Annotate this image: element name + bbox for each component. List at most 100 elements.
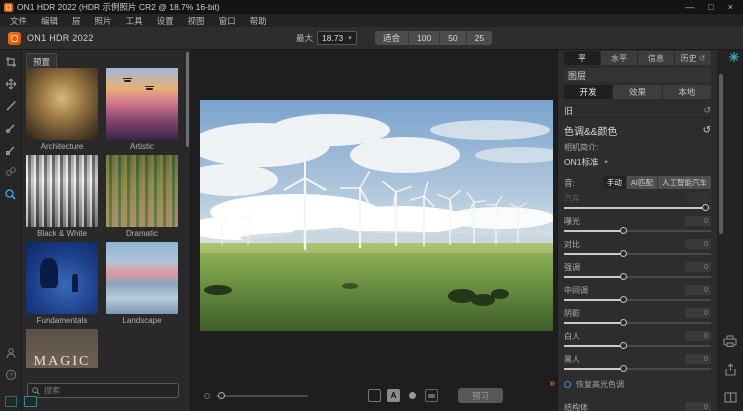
search-icon <box>32 387 40 395</box>
tool-rail: ? <box>0 50 22 411</box>
preset-thumbnail[interactable]: MAGIC <box>26 329 98 368</box>
preset-dramatic[interactable]: Dramatic <box>106 155 178 238</box>
masking-brush-tool-icon[interactable] <box>3 120 19 136</box>
right-edge-strip <box>717 50 743 411</box>
camera-profile-dropdown[interactable]: ON1标准 ▾ <box>564 156 711 168</box>
menu-photo[interactable]: 照片 <box>95 15 112 27</box>
preset-thumbnail[interactable] <box>106 68 178 140</box>
shadows-slider[interactable] <box>564 319 711 327</box>
presets-scrollbar[interactable] <box>186 52 189 147</box>
preview-button[interactable]: 预习 <box>458 388 503 403</box>
tab-develop[interactable]: 开发 <box>564 85 613 99</box>
chevron-down-icon: ▾ <box>604 158 607 166</box>
blacks-slider[interactable] <box>564 365 711 373</box>
highlights-slider[interactable] <box>564 273 711 281</box>
recover-highlights-toggle[interactable]: 恢复高光色调 <box>564 379 711 390</box>
reset-icon[interactable]: ↺ <box>703 125 711 136</box>
menu-help[interactable]: 帮助 <box>250 15 267 27</box>
menu-window[interactable]: 窗口 <box>219 15 236 27</box>
panel-toggle-left-icon[interactable] <box>5 396 17 407</box>
tab-info[interactable]: 信息 <box>638 51 675 65</box>
brush-tool-icon[interactable] <box>3 98 19 114</box>
preset-thumbnail[interactable] <box>106 242 178 314</box>
sync-icon[interactable] <box>729 52 739 64</box>
minimize-icon[interactable]: — <box>685 2 694 12</box>
opacity-slider[interactable] <box>216 392 308 400</box>
tone-label: 音: <box>564 177 575 189</box>
menu-tools[interactable]: 工具 <box>126 15 143 27</box>
contrast-slider[interactable] <box>564 250 711 258</box>
tone-manual-button[interactable]: 手动 <box>603 176 627 189</box>
tone-ai-auto-button[interactable]: 人工智能汽车 <box>658 176 711 189</box>
preset-thumbnail[interactable] <box>106 155 178 227</box>
app-logo-icon <box>4 3 13 12</box>
collapsed-pane[interactable]: 旧 ↺ <box>564 103 711 118</box>
preset-architecture[interactable]: Architecture <box>26 68 98 151</box>
tab-navigator[interactable]: 平 <box>564 51 601 65</box>
mask-overlay-icon[interactable] <box>406 389 419 402</box>
tab-local[interactable]: 本地 <box>663 85 711 99</box>
preset-thumbnail[interactable] <box>26 68 98 140</box>
slider-blacks: 黑人0 <box>564 354 711 373</box>
tab-levels[interactable]: 水平 <box>601 51 638 65</box>
zoom-dropdown[interactable]: 18.73 ▾ <box>317 31 357 45</box>
fit-button[interactable]: 适合 <box>375 31 409 45</box>
zoom-25-button[interactable]: 25 <box>467 31 492 45</box>
crop-tool-icon[interactable] <box>3 54 19 70</box>
zoom-label: 最大 <box>296 32 313 44</box>
preset-landscape[interactable]: Landscape <box>106 242 178 325</box>
zoom-100-button[interactable]: 100 <box>409 31 440 45</box>
menu-layer[interactable]: 层 <box>72 15 81 27</box>
export-icon[interactable] <box>724 363 737 378</box>
mask-link-tool-icon[interactable] <box>3 164 19 180</box>
brush-size-icon <box>204 393 210 399</box>
help-icon[interactable]: ? <box>3 367 19 383</box>
collapse-chevron-icon[interactable]: » <box>549 378 555 389</box>
close-icon[interactable]: × <box>728 2 733 12</box>
panel-scrollbar[interactable] <box>719 74 723 234</box>
on1-logo-icon <box>8 32 21 45</box>
preset-search[interactable] <box>27 383 179 398</box>
compare-icon[interactable] <box>724 392 737 405</box>
zoom-50-button[interactable]: 50 <box>440 31 466 45</box>
panel-toggle-canvas-icon[interactable] <box>24 396 37 407</box>
menu-edit[interactable]: 编辑 <box>41 15 58 27</box>
tab-effects[interactable]: 效果 <box>613 85 662 99</box>
print-icon[interactable] <box>723 335 737 349</box>
whites-slider[interactable] <box>564 342 711 350</box>
menu-view[interactable]: 视图 <box>188 15 205 27</box>
original-preview-icon[interactable] <box>425 389 438 402</box>
compare-a-button[interactable]: A <box>387 389 400 402</box>
view-zoom-tool-icon[interactable] <box>3 186 19 202</box>
layers-header[interactable]: 图层 <box>564 68 711 82</box>
slider-highlights: 强调0 <box>564 262 711 281</box>
menu-settings[interactable]: 设置 <box>157 15 174 27</box>
move-tool-icon[interactable] <box>3 76 19 92</box>
reset-icon[interactable]: ↺ <box>703 105 711 116</box>
tone-color-section-header[interactable]: 色调&&颜色 ↺ <box>564 122 711 138</box>
photo-wind-turbines[interactable] <box>200 100 553 331</box>
search-input[interactable] <box>44 386 174 395</box>
auto-slider[interactable] <box>564 204 711 212</box>
mask-view-icon[interactable] <box>368 389 381 402</box>
on1-hdr-window: ON1 HDR 2022 (HDR 示例照片 CR2 @ 18.7% 16-bi… <box>0 0 743 411</box>
preset-magic[interactable]: MAGIC <box>26 329 98 368</box>
preset-thumbnail[interactable] <box>26 155 98 227</box>
tab-history[interactable]: 历史 ↺ <box>675 51 711 65</box>
canvas-area[interactable]: A 预习 » <box>190 50 557 411</box>
tone-ai-match-button[interactable]: AI匹配 <box>627 176 658 189</box>
preset-thumbnail[interactable] <box>26 242 98 314</box>
chevron-down-icon: ▾ <box>348 34 352 42</box>
preset-grid: Architecture Artistic Black & White Dram… <box>26 68 182 368</box>
face-tool-icon[interactable] <box>3 345 19 361</box>
menu-file[interactable]: 文件 <box>10 15 27 27</box>
gradient-mask-tool-icon[interactable] <box>3 142 19 158</box>
maximize-icon[interactable]: □ <box>708 2 713 12</box>
exposure-slider[interactable] <box>564 227 711 235</box>
preset-black-white[interactable]: Black & White <box>26 155 98 238</box>
preset-artistic[interactable]: Artistic <box>106 68 178 151</box>
preset-fundamentals[interactable]: Fundamentals <box>26 242 98 325</box>
midtones-slider[interactable] <box>564 296 711 304</box>
zoom-fit-segments: 适合 100 50 25 <box>375 31 492 45</box>
window-title: ON1 HDR 2022 (HDR 示例照片 CR2 @ 18.7% 16-bi… <box>17 1 220 13</box>
